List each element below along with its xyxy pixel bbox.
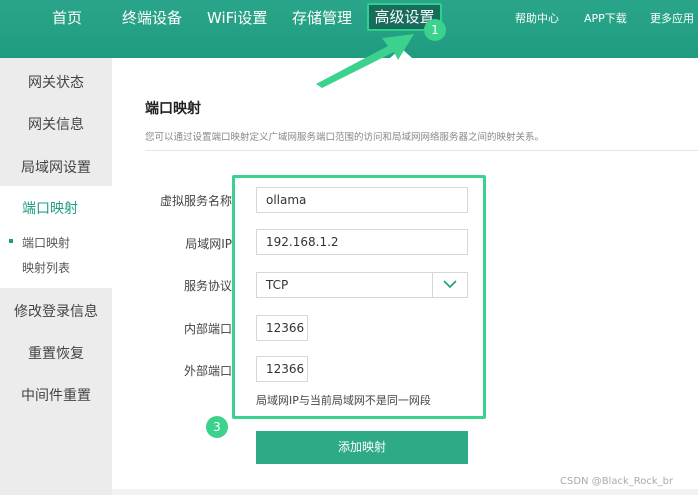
- sidebar: 网关状态 网关信息 局域网设置 端口映射 端口映射 映射列表 修改登录信息 重置…: [0, 58, 112, 495]
- sidebar-item-gateway-status[interactable]: 网关状态: [0, 72, 112, 92]
- nav-devices[interactable]: 终端设备: [122, 8, 182, 28]
- app-download-link[interactable]: APP下载: [584, 10, 627, 26]
- help-center-link[interactable]: 帮助中心: [515, 10, 559, 26]
- watermark: CSDN @Black_Rock_br: [560, 476, 674, 487]
- sidebar-sub-mapping-list[interactable]: 映射列表: [22, 259, 70, 276]
- bottom-strip: [112, 489, 698, 495]
- sidebar-item-middleware-reset[interactable]: 中间件重置: [0, 385, 112, 405]
- more-apps-link[interactable]: 更多应用: [650, 10, 694, 26]
- service-name-label: 虚拟服务名称: [159, 194, 232, 208]
- annotation-badge-3: 3: [206, 416, 228, 438]
- sidebar-item-port-mapping[interactable]: 端口映射: [22, 198, 78, 218]
- annotation-badge-1: 1: [424, 19, 446, 41]
- protocol-label: 服务协议: [183, 279, 232, 293]
- external-port-label: 外部端口: [183, 364, 232, 378]
- sidebar-item-gateway-info[interactable]: 网关信息: [0, 114, 112, 134]
- nav-storage[interactable]: 存储管理: [292, 8, 352, 28]
- sidebar-sub-port-mapping[interactable]: 端口映射: [22, 234, 70, 251]
- lan-ip-label: 局域网IP: [185, 237, 232, 251]
- page-title: 端口映射: [145, 101, 201, 117]
- sidebar-group-port-mapping: 端口映射 端口映射 映射列表: [0, 186, 112, 288]
- add-mapping-button[interactable]: 添加映射: [256, 431, 468, 464]
- active-sub-dot: [9, 239, 13, 243]
- sidebar-item-lan-settings[interactable]: 局域网设置: [0, 157, 112, 177]
- form-highlight-box: [232, 175, 486, 419]
- nav-home[interactable]: 首页: [52, 8, 82, 28]
- nav-wifi[interactable]: WiFi设置: [207, 8, 267, 28]
- title-divider: [145, 150, 698, 151]
- internal-port-label: 内部端口: [183, 322, 232, 336]
- page-description: 您可以通过设置端口映射定义广域网服务端口范围的访问和局域网网络服务器之间的映射关…: [145, 132, 545, 143]
- sidebar-item-reset[interactable]: 重置恢复: [0, 343, 112, 363]
- sidebar-item-change-login[interactable]: 修改登录信息: [0, 301, 112, 321]
- annotation-arrow-icon: [316, 34, 414, 88]
